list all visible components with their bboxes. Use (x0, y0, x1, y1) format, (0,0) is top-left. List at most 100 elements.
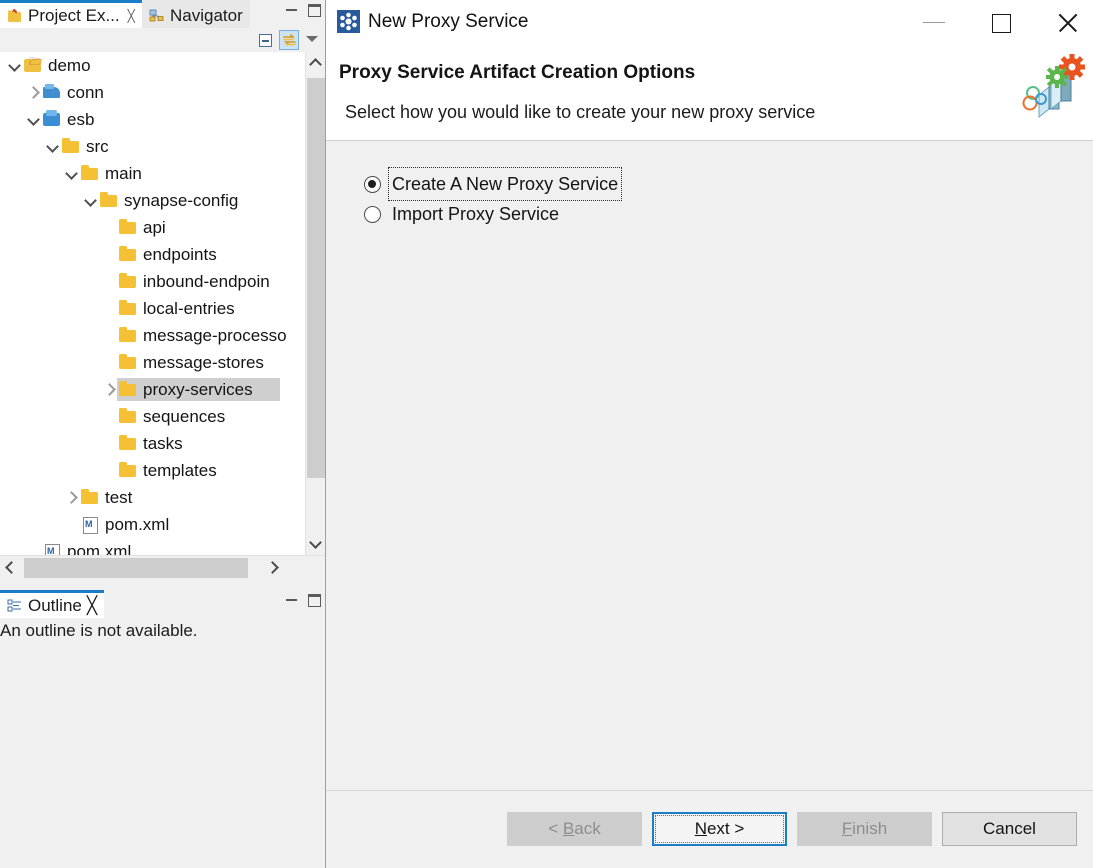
collapse-all-button[interactable] (255, 30, 275, 50)
tree-item-label: templates (143, 461, 217, 480)
twisty-spacer (25, 538, 42, 555)
close-icon[interactable]: ╳ (87, 596, 97, 616)
indent-spacer (0, 376, 101, 403)
tree-item-inbound-endpoin[interactable]: inbound-endpoin (0, 268, 292, 295)
view-window-controls (285, 4, 321, 17)
tree-item-label: message-stores (143, 353, 264, 372)
tree-item-api[interactable]: api (0, 214, 292, 241)
scrollbar-thumb[interactable] (24, 558, 248, 578)
project-tree[interactable]: demo conn esb src main synapse-config api endpo… (0, 52, 325, 555)
tree-item-test[interactable]: test (0, 484, 292, 511)
dialog-button-row: < Back Next > Finish Cancel (507, 812, 1077, 846)
twisty-closed-icon[interactable] (63, 484, 80, 511)
dialog-body: Create A New Proxy Service Import Proxy S… (326, 141, 1093, 790)
twisty-open-icon[interactable] (6, 52, 23, 79)
folder-icon (118, 457, 138, 484)
tree-item-endpoints[interactable]: endpoints (0, 241, 292, 268)
tree-item-label: proxy-services (143, 380, 253, 399)
folder-icon (118, 430, 138, 457)
eclipse-workbench-left-panel: Project Ex... ╳ Navigator 🗁 demo conn es… (0, 0, 325, 868)
scroll-right-button[interactable] (264, 556, 286, 580)
maximize-button[interactable] (979, 0, 1025, 45)
tree-item-message-processo[interactable]: message-processo (0, 322, 292, 349)
twisty-spacer (101, 349, 118, 376)
folder-icon (61, 133, 81, 160)
scroll-up-button[interactable] (306, 52, 325, 74)
tree-item-local-entries[interactable]: local-entries (0, 295, 292, 322)
indent-spacer (0, 187, 82, 214)
tree-item-conn[interactable]: conn (0, 79, 292, 106)
tree-item-pom-xml[interactable]: pom.xml (0, 538, 292, 555)
outline-view: Outline ╳ An outline is not available. (0, 590, 325, 868)
tree-item-label: esb (67, 110, 95, 129)
radio-option-import[interactable]: Import Proxy Service (364, 199, 620, 229)
scroll-down-button[interactable] (306, 533, 325, 555)
tree-item-label: pom.xml (67, 542, 132, 555)
chevron-right-icon (266, 561, 279, 574)
tree-item-sequences[interactable]: sequences (0, 403, 292, 430)
radio-checked-icon[interactable] (364, 175, 381, 193)
twisty-spacer (101, 295, 118, 322)
indent-spacer (0, 241, 101, 268)
close-icon[interactable]: ╳ (128, 9, 135, 23)
creation-option-radio-group[interactable]: Create A New Proxy Service Import Proxy S… (364, 167, 623, 229)
tab-project-explorer[interactable]: Project Ex... ╳ (0, 0, 142, 28)
folder-icon (80, 160, 100, 187)
tree-item-tasks[interactable]: tasks (0, 430, 292, 457)
project-icon (23, 52, 43, 79)
finish-button: Finish (797, 812, 932, 846)
scroll-left-button[interactable] (0, 556, 22, 580)
maximize-view-icon[interactable] (308, 594, 321, 607)
twisty-spacer (101, 241, 118, 268)
minimize-view-icon[interactable] (285, 594, 298, 607)
view-menu-button[interactable] (302, 30, 322, 50)
folder-icon (118, 295, 138, 322)
minimize-button[interactable] (911, 0, 957, 45)
cancel-button[interactable]: Cancel (942, 812, 1077, 846)
radio-option-create-new[interactable]: Create A New Proxy Service (364, 167, 623, 201)
tree-item-proxy-services[interactable]: proxy-services (0, 376, 292, 403)
link-with-editor-button[interactable] (279, 30, 299, 50)
chevron-down-icon (306, 36, 318, 42)
tree-item-main[interactable]: main (0, 160, 292, 187)
tree-item-label: sequences (143, 407, 226, 426)
tree-item-esb[interactable]: esb (0, 106, 292, 133)
twisty-open-icon[interactable] (82, 187, 99, 214)
twisty-spacer (101, 268, 118, 295)
scrollbar-thumb[interactable] (307, 78, 325, 478)
tree-item-message-stores[interactable]: message-stores (0, 349, 292, 376)
tree-item-synapse-config[interactable]: synapse-config (0, 187, 292, 214)
tree-item-pom-xml[interactable]: pom.xml (0, 511, 292, 538)
twisty-closed-icon[interactable] (101, 376, 118, 403)
collapse-all-icon (259, 34, 272, 47)
twisty-open-icon[interactable] (25, 106, 42, 133)
tree-item-label: test (105, 488, 133, 507)
tree-vertical-scrollbar[interactable] (305, 52, 325, 555)
maximize-view-icon[interactable] (308, 4, 321, 17)
indent-spacer (0, 214, 101, 241)
radio-option-label: Create A New Proxy Service (387, 167, 623, 201)
indent-spacer (0, 538, 25, 555)
twisty-open-icon[interactable] (44, 133, 61, 160)
close-button[interactable] (1045, 0, 1091, 45)
chevron-left-icon (5, 561, 18, 574)
tree-horizontal-scrollbar[interactable] (0, 555, 325, 579)
tree-item-label: conn (67, 83, 104, 102)
twisty-spacer (101, 403, 118, 430)
dialog-footer: < Back Next > Finish Cancel (326, 791, 1093, 868)
tree-item-demo[interactable]: demo (0, 52, 292, 79)
tree-item-label: api (143, 218, 166, 237)
minimize-view-icon[interactable] (285, 4, 298, 17)
next-button[interactable]: Next > (652, 812, 787, 846)
tree-item-src[interactable]: src (0, 133, 292, 160)
tree-item-label: endpoints (143, 245, 217, 264)
button-label: Cancel (983, 819, 1036, 838)
twisty-closed-icon[interactable] (25, 79, 42, 106)
twisty-open-icon[interactable] (63, 160, 80, 187)
tree-item-templates[interactable]: templates (0, 457, 292, 484)
view-toolbar-items (255, 30, 299, 50)
outline-tab-label: Outline (28, 595, 82, 615)
tab-outline[interactable]: Outline ╳ (0, 590, 105, 618)
radio-unchecked-icon[interactable] (364, 205, 381, 223)
tab-navigator[interactable]: Navigator (142, 0, 250, 28)
